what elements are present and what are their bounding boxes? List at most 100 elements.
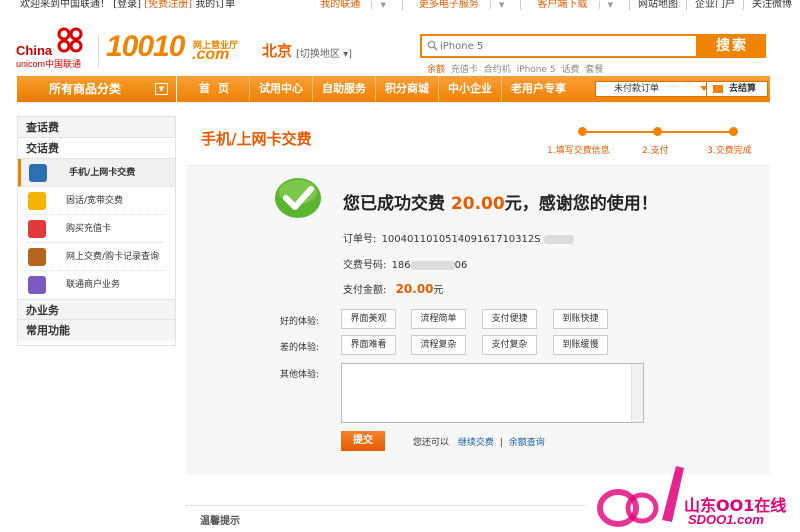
good-option-beautiful[interactable]: 界面美观 bbox=[341, 309, 396, 329]
blurred-region bbox=[410, 260, 455, 270]
checkout-label: 去结算 bbox=[729, 84, 757, 94]
sidebar-section-query-fees[interactable]: 查话费 bbox=[18, 117, 175, 138]
payment-amount-row: 支付金额: 20.00元 bbox=[343, 281, 444, 296]
unicom-knot-icon bbox=[57, 27, 83, 53]
cart-icon bbox=[713, 85, 723, 93]
hot-word[interactable]: iPhone 5 bbox=[517, 65, 556, 75]
welcome-text: 欢迎来到中国联通！ bbox=[20, 0, 110, 10]
sidebar-item-buy-recharge-card[interactable]: 购买充值卡 bbox=[26, 215, 165, 243]
nav-item-sme[interactable]: 中小企业 bbox=[439, 76, 502, 102]
nav-item-trial-center[interactable]: 试用中心 bbox=[250, 76, 313, 102]
checkout-button[interactable]: 去结算 bbox=[706, 81, 768, 97]
page-title: 手机/上网卡交费 bbox=[201, 130, 312, 148]
main-nav: 所有商品分类 ▼ 首页 试用中心 自助服务 积分商城 中小企业 老用户专享 未付… bbox=[17, 76, 770, 102]
china-unicom-logo[interactable]: China unicom中国联通 bbox=[16, 26, 96, 70]
sidebar-item-label: 网上交费/购卡记录查询 bbox=[66, 252, 160, 262]
also-can-text: 您还可以 bbox=[413, 438, 450, 448]
enterprise-portal-link[interactable]: 企业门户 bbox=[686, 0, 743, 10]
step-label-1: 1.填写交费信息 bbox=[547, 146, 610, 156]
mobile-icon bbox=[29, 164, 47, 182]
sidebar-section-pay-fees[interactable]: 交话费 bbox=[18, 138, 175, 159]
register-link[interactable]: [免费注册] bbox=[144, 0, 192, 10]
login-link[interactable]: [登录] bbox=[113, 0, 141, 10]
nav-item-self-service[interactable]: 自助服务 bbox=[313, 76, 376, 102]
progress-steps: 1.填写交费信息 2.支付 3.交费完成 bbox=[545, 124, 775, 158]
nav-item-points-mall[interactable]: 积分商城 bbox=[376, 76, 439, 102]
payment-amount-value: 20.00 bbox=[395, 282, 434, 296]
nav-item-home[interactable]: 首页 bbox=[187, 76, 250, 102]
bad-option-slow-arrival[interactable]: 到账缓慢 bbox=[553, 335, 608, 355]
hot-word[interactable]: 合约机 bbox=[484, 65, 511, 75]
sidebar-item-payment-records[interactable]: 网上交费/购卡记录查询 bbox=[26, 243, 165, 271]
payment-amount-unit: 元 bbox=[433, 285, 444, 296]
step-dot-2 bbox=[653, 127, 662, 136]
continue-payment-link[interactable]: 继续交费 bbox=[458, 438, 494, 448]
bad-experience-label: 差的体验: bbox=[280, 343, 320, 353]
unpaid-orders-dropdown[interactable]: 未付款订单 bbox=[595, 81, 715, 97]
step-dot-3 bbox=[729, 127, 738, 136]
blurred-region bbox=[543, 234, 574, 244]
my-orders-link[interactable]: 我的订单 bbox=[195, 0, 235, 10]
balance-query-link[interactable]: 余额查询 bbox=[509, 438, 545, 448]
more-services-link[interactable]: 更多电子服务 ▼ bbox=[401, 0, 521, 10]
submit-button[interactable]: 提交 bbox=[341, 431, 385, 451]
success-message: 您已成功交费 20.00元，感谢您的使用！ bbox=[343, 189, 658, 214]
unpaid-orders-label: 未付款订单 bbox=[614, 84, 660, 94]
sidebar-item-mobile-payment[interactable]: 手机/上网卡交费 bbox=[18, 159, 175, 187]
watermark-line2: SDOO1.com bbox=[688, 512, 764, 527]
search-input[interactable] bbox=[440, 38, 690, 54]
good-option-simple-flow[interactable]: 流程简单 bbox=[411, 309, 466, 329]
hot-word[interactable]: 套餐 bbox=[585, 65, 603, 75]
sidebar-section-common[interactable]: 常用功能 bbox=[18, 320, 175, 341]
result-panel: 您已成功交费 20.00元，感谢您的使用！ 订单号: 1004011010514… bbox=[186, 165, 770, 475]
sitemap-link[interactable]: 网站地图 bbox=[629, 0, 686, 10]
sidebar-item-label: 购买充值卡 bbox=[66, 224, 112, 234]
sd001-watermark: 山东OO1在线 SDOO1.com bbox=[596, 462, 800, 532]
success-check-icon bbox=[275, 178, 321, 218]
nav-items: 首页 试用中心 自助服务 积分商城 中小企业 老用户专享 bbox=[187, 76, 575, 102]
sidebar-section-business[interactable]: 办业务 bbox=[18, 299, 175, 320]
phone-number-label: 交费号码: bbox=[343, 260, 387, 271]
other-experience-textarea[interactable] bbox=[341, 363, 644, 423]
search-box bbox=[420, 34, 698, 58]
bad-option-ugly[interactable]: 界面难看 bbox=[341, 335, 396, 355]
nav-item-loyal-users[interactable]: 老用户专享 bbox=[502, 76, 575, 102]
sidebar-item-merchant-business[interactable]: 联通商户业务 bbox=[26, 271, 165, 299]
record-icon bbox=[28, 248, 46, 266]
step-dot-1 bbox=[578, 127, 587, 136]
all-categories-menu[interactable]: 所有商品分类 ▼ bbox=[17, 76, 177, 102]
card-icon bbox=[28, 220, 46, 238]
brand-10010[interactable]: 10010 bbox=[106, 32, 185, 62]
search-button[interactable]: 搜索 bbox=[698, 34, 766, 58]
order-number-label: 订单号: bbox=[343, 234, 377, 245]
step-label-3: 3.交费完成 bbox=[707, 146, 752, 156]
warm-tips-section: 温馨提示 bbox=[186, 505, 586, 527]
switch-region-link[interactable]: [切换地区 ▾] bbox=[296, 45, 352, 60]
success-amount: 20.00 bbox=[450, 194, 505, 214]
header-divider bbox=[98, 34, 99, 68]
hot-word[interactable]: 余额 bbox=[427, 65, 445, 75]
good-experience-label: 好的体验: bbox=[280, 317, 320, 327]
client-download-link[interactable]: 客户端下载 ▼ bbox=[520, 0, 629, 10]
success-prefix: 您已成功交费 bbox=[343, 194, 445, 214]
good-option-fast-arrival[interactable]: 到账快捷 bbox=[553, 309, 608, 329]
sidebar-item-label: 手机/上网卡交费 bbox=[69, 168, 136, 178]
phone-number-suffix: 06 bbox=[454, 260, 468, 271]
success-suffix: 元，感谢您的使用！ bbox=[504, 194, 658, 214]
my-unicom-link[interactable]: 我的联通 ▼ bbox=[304, 0, 402, 10]
textarea-scrollbar[interactable] bbox=[631, 364, 643, 422]
hot-word[interactable]: 充值卡 bbox=[451, 65, 478, 75]
hot-word[interactable]: 话费 bbox=[562, 65, 580, 75]
link-separator: | bbox=[499, 438, 503, 448]
logo-text-china: China bbox=[16, 43, 53, 58]
good-option-easy-pay[interactable]: 支付便捷 bbox=[482, 309, 537, 329]
weibo-link[interactable]: 关注微博 bbox=[743, 0, 800, 10]
sidebar-item-landline-payment[interactable]: 固话/宽带交费 bbox=[26, 187, 165, 215]
hot-search-words: 余额 充值卡 合约机 iPhone 5 话费 套餐 bbox=[427, 62, 606, 75]
top-bar-left: 欢迎来到中国联通！ [登录] [免费注册] 我的订单 bbox=[20, 0, 235, 10]
sidebar-item-label: 固话/宽带交费 bbox=[66, 196, 124, 206]
bad-option-complex-pay[interactable]: 支付复杂 bbox=[482, 335, 537, 355]
other-experience-label: 其他体验: bbox=[280, 370, 320, 380]
phone-icon bbox=[28, 192, 46, 210]
bad-option-complex-flow[interactable]: 流程复杂 bbox=[411, 335, 466, 355]
